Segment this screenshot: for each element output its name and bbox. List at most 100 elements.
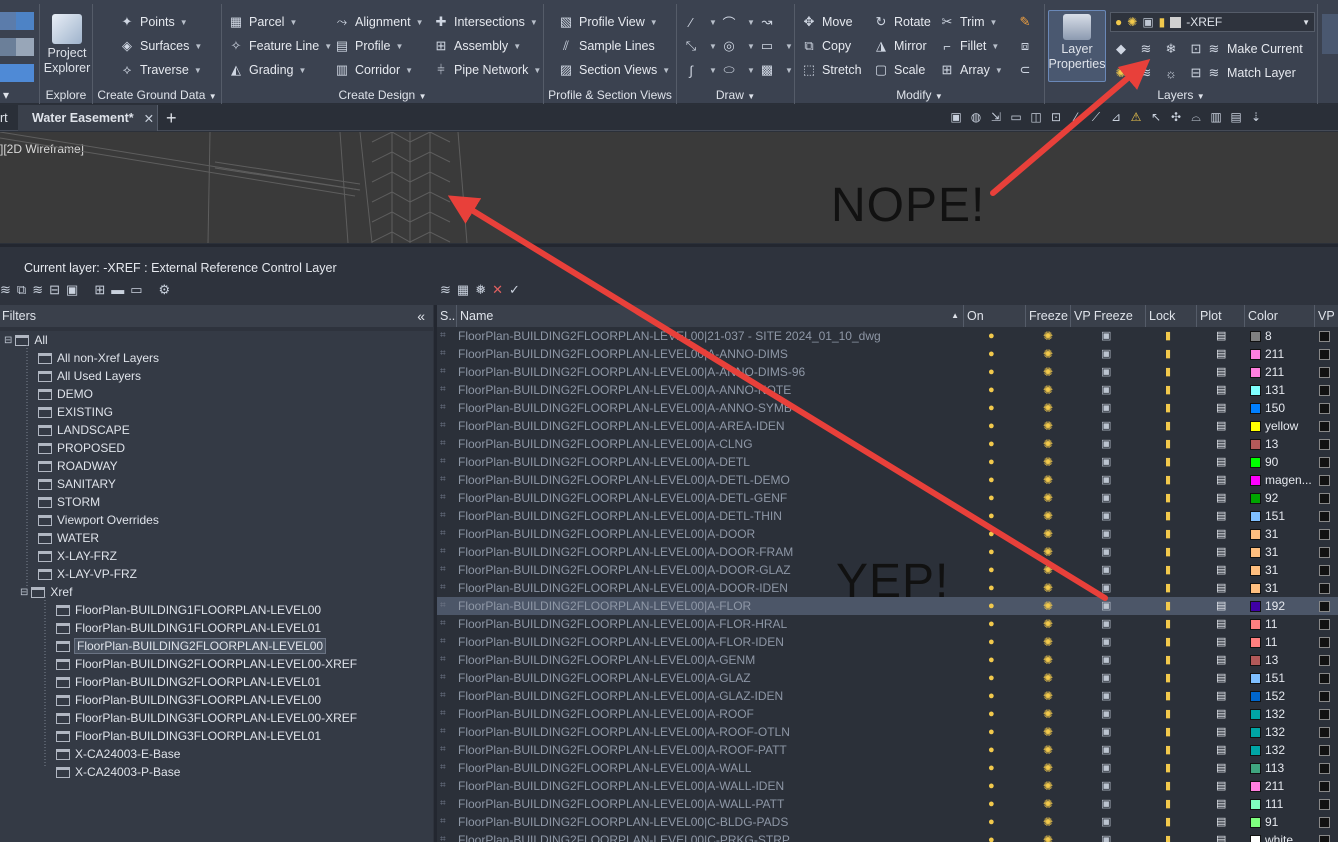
vp-freeze-icon[interactable]: ▣ [1101,327,1111,345]
layer-on-icon[interactable]: ✺ [1113,65,1129,81]
view-tool-icon[interactable]: ⁄ [1066,108,1086,126]
bulb-icon[interactable]: ● [988,813,995,831]
sun-icon[interactable]: ✺ [1043,435,1053,453]
parcel-button[interactable]: ▦ Parcel ▼ [228,11,298,33]
layer-row[interactable]: ⌗ FloorPlan-BUILDING2FLOORPLAN-LEVEL00|21… [437,327,1338,345]
vp-freeze-icon[interactable]: ▣ [1101,741,1111,759]
vp-freeze-icon[interactable]: ▣ [1101,597,1111,615]
printer-icon[interactable]: ▤ [1216,651,1226,669]
sun-icon[interactable]: ✺ [1043,543,1053,561]
filter-item[interactable]: FloorPlan-BUILDING3FLOORPLAN-LEVEL01 [56,727,321,745]
bulb-icon[interactable]: ● [988,579,995,597]
grading-button[interactable]: ◭ Grading ▼ [228,59,306,81]
color-name[interactable]: 90 [1265,453,1317,471]
color-name[interactable]: 132 [1265,705,1317,723]
color-name[interactable]: 31 [1265,525,1317,543]
layer-row[interactable]: ⌗ FloorPlan-BUILDING2FLOORPLAN-LEVEL00|A-… [437,723,1338,741]
color-swatch[interactable] [1250,457,1261,468]
lock-icon[interactable]: ▮ [1165,795,1171,813]
array-button[interactable]: ⊞ Array ▼ [939,59,1003,81]
bulb-icon[interactable]: ● [988,327,995,345]
lock-icon[interactable]: ▮ [1165,561,1171,579]
gear-icon[interactable] [16,12,34,30]
filter-item[interactable]: FloorPlan-BUILDING3FLOORPLAN-LEVEL00-XRE… [56,709,357,727]
section-views-button[interactable]: ▨ Section Views ▼ [558,59,670,81]
settings-icon[interactable]: ⚙ [159,282,171,298]
column-header-vp-freeze[interactable]: VP Freeze [1071,305,1146,327]
color-name[interactable]: 31 [1265,543,1317,561]
comment-icon[interactable]: ▭ [130,282,142,298]
explode-button[interactable]: ⧈ [1017,35,1038,57]
panel-label-modify[interactable]: Modify ▼ [795,88,1044,102]
layer-row[interactable]: ⌗ FloorPlan-BUILDING2FLOORPLAN-LEVEL00|C-… [437,831,1338,842]
color-swatch[interactable] [1250,835,1261,842]
printer-icon[interactable]: ▤ [1216,615,1226,633]
layer-off-icon[interactable]: ◆ [1113,41,1129,57]
sun-icon[interactable]: ✺ [1043,417,1053,435]
filter-item[interactable]: STORM [38,493,100,511]
color-name[interactable]: 92 [1265,489,1317,507]
color-name[interactable]: 11 [1265,615,1317,633]
vp-freeze-icon[interactable]: ▣ [1101,435,1111,453]
hatch-tool[interactable]: ▩ ▼ [759,59,793,81]
lock-icon[interactable]: ▮ [1165,579,1171,597]
vp-color-swatch[interactable] [1319,475,1330,486]
printer-icon[interactable]: ▤ [1216,543,1226,561]
color-swatch[interactable] [1250,637,1261,648]
sun-icon[interactable]: ✺ [1043,399,1053,417]
sun-icon[interactable]: ✺ [1043,669,1053,687]
layer-properties-button[interactable]: Layer Properties [1048,10,1106,82]
sun-icon[interactable]: ✺ [1043,327,1053,345]
overflow-panel-button[interactable] [1322,14,1338,54]
vp-color-swatch[interactable] [1319,565,1330,576]
bulb-icon[interactable]: ● [988,399,995,417]
more-icon[interactable]: ⇣ [1246,108,1266,126]
vp-color-swatch[interactable] [1319,421,1330,432]
lock-icon[interactable]: ▮ [1165,381,1171,399]
vp-color-swatch[interactable] [1319,619,1330,630]
warning-icon[interactable]: ⚠ [1126,108,1146,126]
column-header-plot[interactable]: Plot [1197,305,1245,327]
tab-partial[interactable]: rt [0,105,8,131]
lock-icon[interactable]: ▮ [1165,471,1171,489]
vp-freeze-icon[interactable]: ▣ [1101,579,1111,597]
panel-label-draw[interactable]: Draw ▼ [677,88,794,102]
bulb-icon[interactable]: ● [988,777,995,795]
assembly-button[interactable]: ⊞ Assembly ▼ [433,35,522,57]
filter-item[interactable]: FloorPlan-BUILDING3FLOORPLAN-LEVEL00 [56,691,321,709]
layer-row[interactable]: ⌗ FloorPlan-BUILDING2FLOORPLAN-LEVEL00|A-… [437,759,1338,777]
color-name[interactable]: 211 [1265,345,1317,363]
tab-water-easement[interactable]: Water Easement* ✕ [18,105,158,131]
bulb-icon[interactable]: ● [988,543,995,561]
sun-icon[interactable]: ✺ [1043,759,1053,777]
filter-item[interactable]: WATER [38,529,99,547]
vp-freeze-icon[interactable]: ▣ [1101,795,1111,813]
color-swatch[interactable] [1250,583,1261,594]
printer-icon[interactable]: ▤ [1216,561,1226,579]
sun-icon[interactable]: ✺ [1043,615,1053,633]
lock-icon[interactable]: ▮ [1165,687,1171,705]
color-swatch[interactable] [1250,439,1261,450]
color-name[interactable]: 192 [1265,597,1317,615]
color-swatch[interactable] [1250,493,1261,504]
vp-freeze-icon[interactable]: ▣ [1101,507,1111,525]
lock-icon[interactable]: ▮ [1165,651,1171,669]
color-swatch[interactable] [1250,511,1261,522]
vp-color-swatch[interactable] [1319,763,1330,774]
bulb-icon[interactable]: ● [988,615,995,633]
filter-item[interactable]: ⊟ All [4,331,48,349]
sun-icon[interactable]: ✺ [1043,507,1053,525]
bulb-icon[interactable]: ● [988,525,995,543]
bulb-icon[interactable]: ● [988,489,995,507]
offset-button[interactable]: ⊂ [1017,59,1038,81]
layer-lock-icon[interactable]: ⊡ [1188,41,1204,57]
vp-freeze-icon[interactable]: ▣ [1101,417,1111,435]
printer-icon[interactable]: ▤ [1216,363,1226,381]
bulb-icon[interactable]: ● [988,507,995,525]
layer-row[interactable]: ⌗ FloorPlan-BUILDING2FLOORPLAN-LEVEL00|A-… [437,399,1338,417]
folder-icon[interactable]: ▬ [111,282,124,298]
printer-icon[interactable]: ▤ [1216,381,1226,399]
zoom-icon[interactable]: ⊡ [1046,108,1066,126]
ellipse-tool[interactable]: ⬭ ▼ [721,59,754,81]
sun-icon[interactable]: ✺ [1043,831,1053,842]
